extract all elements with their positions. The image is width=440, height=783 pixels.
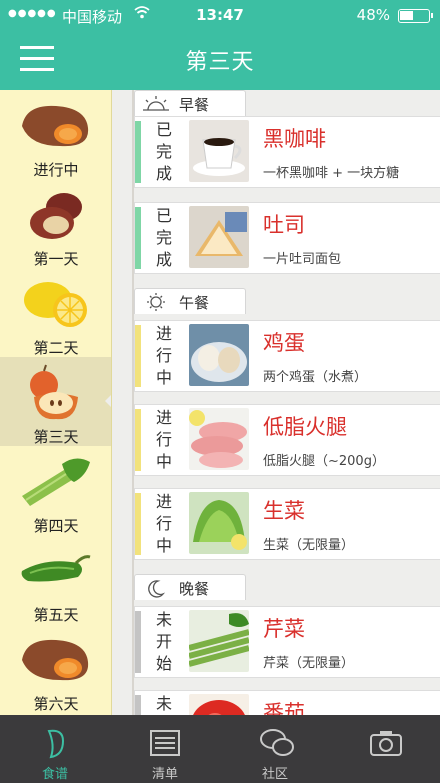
ham-thumb [189, 408, 249, 470]
celery-thumb [189, 610, 249, 672]
toast-thumb [189, 206, 249, 268]
apple-icon [30, 364, 78, 420]
food-desc: 两个鸡蛋（水煮） [263, 370, 368, 385]
food-card-tomato[interactable]: 未开始 番茄 [134, 690, 440, 715]
food-name: 鸡蛋 [263, 331, 305, 355]
food-name: 黑咖啡 [263, 127, 326, 151]
status-bar-indicator [135, 695, 141, 715]
lemon-icon [24, 282, 87, 327]
chat-bubbles-icon [260, 729, 294, 756]
food-desc: 芹菜（无限量） [263, 656, 355, 671]
page-title: 第三天 [185, 50, 255, 75]
status-bar-indicator [135, 121, 141, 183]
sidebar-item-in-progress[interactable]: 进行中 [0, 90, 111, 179]
food-name: 吐司 [263, 213, 305, 237]
food-status: 已完成 [155, 120, 172, 183]
sunrise-icon [143, 96, 169, 111]
sidebar-item-day-4[interactable]: 第四天 [0, 446, 111, 535]
food-status: 未开始 [155, 610, 172, 673]
food-status: 未开始 [155, 694, 172, 713]
tab-camera[interactable] [330, 715, 440, 783]
food-name: 低脂火腿 [263, 415, 347, 439]
food-card-lettuce[interactable]: 进行中 生菜 生菜（无限量） [134, 488, 440, 560]
sweet-potato-icon [22, 105, 89, 147]
sidebar-item-label: 第六天 [33, 695, 79, 713]
food-card-egg[interactable]: 进行中 鸡蛋 两个鸡蛋（水煮） [134, 320, 440, 392]
meal-header-lunch: 午餐 [134, 288, 246, 314]
meal-header-dinner: 晚餐 [134, 574, 246, 600]
status-bar-indicator [135, 493, 141, 555]
sidebar-item-day-3[interactable]: 第三天 [0, 357, 111, 446]
food-name: 生菜 [263, 499, 305, 523]
food-name: 番茄 [263, 701, 305, 715]
food-desc: 一杯黑咖啡 + 一块方糖 [263, 166, 400, 181]
bottom-tab-bar: 食谱 清单 社区 [0, 715, 440, 783]
battery-percent: 48% [356, 6, 390, 24]
sidebar-item-day-1[interactable]: 第一天 [0, 179, 111, 268]
day-sidebar: 进行中 第一天 第二天 第三天 第四天 第五天 第六天 [0, 90, 112, 715]
food-desc: 低脂火腿（~200g） [263, 454, 385, 469]
status-bar-indicator [135, 409, 141, 471]
status-bar-indicator [135, 611, 141, 673]
top-bar: ●●●●● 中国移动 13:47 48% 第三天 [0, 0, 440, 90]
tab-label: 食谱 [41, 767, 68, 782]
sidebar-item-day-6[interactable]: 第六天 [0, 624, 111, 713]
meal-title: 晚餐 [179, 580, 210, 598]
food-card-ham[interactable]: 进行中 低脂火腿 低脂火腿（~200g） [134, 404, 440, 476]
sidebar-item-label: 第三天 [33, 428, 79, 446]
meal-list: 早餐 已完成 黑咖啡 一杯黑咖啡 + 一块方糖 已完成 吐司 一片吐司面包 午餐… [112, 90, 440, 715]
camera-icon [370, 731, 402, 756]
red-potato-icon [30, 193, 82, 239]
sidebar-item-label: 第一天 [33, 250, 79, 268]
tab-label: 清单 [151, 767, 178, 782]
meal-header-breakfast: 早餐 [134, 90, 246, 116]
status-bar-indicator [135, 325, 141, 387]
recipe-icon [47, 729, 65, 759]
lettuce-thumb [189, 492, 249, 554]
food-status: 进行中 [155, 324, 172, 387]
sidebar-item-label: 第四天 [33, 517, 79, 535]
celery-icon [22, 458, 90, 506]
sun-icon [147, 293, 165, 311]
sidebar-item-label: 第二天 [33, 339, 79, 357]
sidebar-item-label: 第五天 [33, 606, 79, 624]
food-name: 芹菜 [263, 617, 305, 641]
food-status: 已完成 [155, 206, 172, 269]
tab-recipes[interactable]: 食谱 [0, 715, 110, 783]
tab-label: 社区 [261, 767, 288, 782]
list-icon [150, 730, 180, 756]
egg-thumb [189, 324, 249, 386]
food-desc: 生菜（无限量） [263, 538, 355, 553]
moon-icon [148, 580, 166, 598]
status-bar-indicator [135, 207, 141, 269]
food-desc: 一片吐司面包 [263, 252, 342, 267]
status-bar: ●●●●● 中国移动 13:47 48% [0, 0, 440, 30]
sweet-potato-icon [22, 639, 89, 681]
meal-title: 早餐 [179, 96, 210, 114]
sidebar-item-day-2[interactable]: 第二天 [0, 268, 111, 357]
food-status: 进行中 [155, 492, 172, 555]
meal-title: 午餐 [179, 294, 210, 312]
tomato-thumb [189, 694, 249, 715]
coffee-thumb [189, 120, 249, 182]
sidebar-item-label: 进行中 [33, 161, 79, 179]
sidebar-item-day-5[interactable]: 第五天 [0, 535, 111, 624]
food-card-toast[interactable]: 已完成 吐司 一片吐司面包 [134, 202, 440, 274]
tab-community[interactable]: 社区 [220, 715, 330, 783]
battery-icon [398, 9, 433, 23]
food-status: 进行中 [155, 408, 172, 471]
green-pepper-icon [21, 555, 91, 582]
food-card-coffee[interactable]: 已完成 黑咖啡 一杯黑咖啡 + 一块方糖 [134, 116, 440, 188]
food-card-celery[interactable]: 未开始 芹菜 芹菜（无限量） [134, 606, 440, 678]
tab-list[interactable]: 清单 [110, 715, 220, 783]
